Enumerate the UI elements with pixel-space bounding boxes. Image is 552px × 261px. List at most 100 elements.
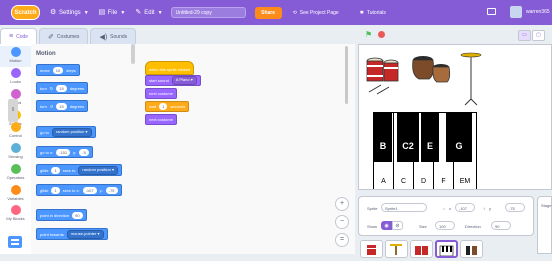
key-label: E [426, 141, 433, 151]
sound-dropdown[interactable]: A Piano ▾ [171, 76, 197, 85]
piano-keyboard[interactable]: A C D F EM B C2 E G [373, 112, 477, 189]
y-input[interactable]: -75 [105, 186, 118, 194]
category-my-blocks[interactable]: My Blocks [0, 205, 31, 221]
add-extension-button[interactable] [8, 236, 22, 248]
sidebar-collapse-handle[interactable]: ‖ [8, 99, 18, 122]
tab-sounds-label: Sounds [110, 33, 128, 40]
go-to-block[interactable]: go to random position ▾ [36, 126, 96, 138]
move-steps-block[interactable]: move 10 steps [36, 64, 80, 76]
point-towards-block[interactable]: point towards mouse-pointer ▾ [36, 228, 108, 240]
stop-icon[interactable] [378, 31, 385, 38]
menu-bar: Scratch ⚙ Settings ▼ ▤ File ▼ ✎ Edit ▼ U… [0, 0, 552, 25]
share-button[interactable]: Share [254, 6, 282, 19]
stage[interactable]: A C D F EM B C2 E G [358, 44, 552, 190]
category-variables[interactable]: Variables [0, 185, 31, 201]
speaker-icon: ◀) [99, 33, 108, 41]
wait-input[interactable]: 1 [159, 103, 168, 110]
looks-dot-icon [10, 68, 21, 78]
green-flag-icon[interactable]: ⚑ [365, 31, 373, 39]
when-sprite-clicked-block[interactable]: when this sprite clicked [145, 61, 195, 75]
control-dot-icon [10, 122, 21, 132]
show-hidden-button[interactable]: ⊘ [392, 221, 403, 230]
piano-key-black[interactable]: E [421, 113, 439, 162]
steps-input[interactable]: 10 [52, 66, 64, 74]
key-label: C2 [402, 141, 414, 151]
small-stage-button[interactable]: ▭ [518, 30, 531, 41]
see-project-page-button[interactable]: ⟲ See Project Page [293, 10, 339, 16]
my-stuff-folder-icon[interactable] [487, 8, 496, 15]
sprite-thumbnail-selected[interactable] [435, 240, 458, 258]
direction-field[interactable]: 90 [491, 221, 511, 230]
secs-input[interactable]: 1 [51, 186, 60, 194]
tab-sounds[interactable]: ◀) Sounds [90, 28, 137, 44]
settings-menu[interactable]: ⚙ Settings ▼ [50, 9, 89, 16]
point-in-direction-block[interactable]: point in direction 90 [36, 209, 87, 221]
glide-dropdown[interactable]: random position ▾ [78, 165, 118, 175]
turn-left-block[interactable]: turn ↺ 15 degrees [36, 100, 89, 112]
next-costume-block[interactable]: next costume [145, 114, 177, 125]
refresh-icon: ⟲ [292, 9, 297, 16]
secs-input[interactable]: 1 [51, 166, 60, 174]
degrees-input[interactable]: 15 [56, 102, 67, 110]
show-visible-button[interactable]: ◉ [381, 221, 392, 230]
drums-illustration [366, 52, 482, 106]
sprite-thumbnail[interactable] [410, 240, 433, 258]
chevron-down-icon: ▼ [120, 9, 126, 16]
tab-code[interactable]: ≡ Code [0, 28, 38, 44]
piano-key-black[interactable]: C2 [397, 113, 419, 162]
block-palette: Motion move 10 steps turn ↻ 15 degrees t… [31, 44, 136, 254]
category-menu: Motion Looks Sound Events Control Sensin… [0, 44, 32, 254]
go-to-dropdown[interactable]: random position ▾ [51, 127, 92, 137]
script-area[interactable]: when this sprite clicked start sound A P… [135, 44, 355, 254]
file-menu[interactable]: ▤ File ▼ [99, 9, 126, 16]
category-motion[interactable]: Motion [0, 46, 31, 67]
piano-key-black[interactable]: B [374, 113, 392, 162]
script-scrollbar[interactable] [345, 46, 348, 104]
block-text: wait [149, 104, 157, 109]
edit-menu[interactable]: ✎ Edit ▼ [135, 9, 162, 16]
block-text: degrees [69, 103, 85, 109]
sprite-thumbnail[interactable] [360, 240, 383, 258]
size-field[interactable]: 100 [435, 221, 455, 230]
category-control[interactable]: Control [0, 122, 31, 138]
block-text: steps [66, 67, 76, 73]
x-input[interactable]: -151 [56, 148, 71, 156]
x-field[interactable]: -107 [455, 203, 475, 212]
stage-panel-label: Stage [541, 203, 552, 208]
direction-input[interactable]: 90 [72, 211, 83, 219]
start-sound-block[interactable]: start sound A Piano ▾ [145, 75, 201, 86]
next-costume-block[interactable]: next costume [145, 88, 177, 99]
dropdown-value: random position [82, 166, 111, 172]
zoom-in-button[interactable]: + [335, 197, 349, 211]
block-text: secs to x: [62, 187, 80, 193]
wait-block[interactable]: wait 1 seconds [145, 101, 190, 112]
sprite-thumbnail[interactable] [460, 240, 483, 258]
large-stage-button[interactable]: ▢ [532, 30, 545, 41]
stage-target-panel[interactable]: Stage [537, 196, 552, 254]
tutorials-button[interactable]: ✱ Tutorials [360, 10, 386, 16]
username[interactable]: warren365 [526, 9, 550, 15]
sprite-name-input[interactable]: Sprite1 [381, 203, 427, 212]
piano-key-black[interactable]: G [446, 113, 472, 162]
degrees-input[interactable]: 15 [56, 84, 67, 92]
category-looks[interactable]: Looks [0, 68, 31, 84]
zoom-reset-button[interactable]: = [335, 233, 349, 247]
sprite-thumbnail[interactable] [385, 240, 408, 258]
category-operators[interactable]: Operators [0, 164, 31, 180]
x-input[interactable]: -107 [82, 186, 97, 194]
zoom-out-button[interactable]: − [335, 215, 349, 229]
avatar[interactable] [510, 6, 522, 18]
tab-costumes[interactable]: ✐ Costumes [39, 28, 89, 44]
glide-to-block[interactable]: glide 1 secs to random position ▾ [36, 164, 122, 176]
project-title-input[interactable]: Untitled-29 copy [170, 7, 246, 18]
glide-xy-block[interactable]: glide 1 secs to x: -107 y: -75 [36, 184, 122, 196]
y-input[interactable]: -5 [79, 148, 89, 156]
category-sensing[interactable]: Sensing [0, 143, 31, 159]
point-towards-dropdown[interactable]: mouse-pointer ▾ [66, 229, 104, 239]
turn-right-block[interactable]: turn ↻ 15 degrees [36, 82, 89, 94]
block-text: seconds [170, 104, 186, 109]
scratch-logo[interactable]: Scratch [11, 5, 40, 20]
y-field[interactable]: -75 [505, 203, 525, 212]
code-icon: ≡ [9, 33, 14, 40]
go-to-xy-block[interactable]: go to x: -151 y: -5 [36, 146, 93, 158]
